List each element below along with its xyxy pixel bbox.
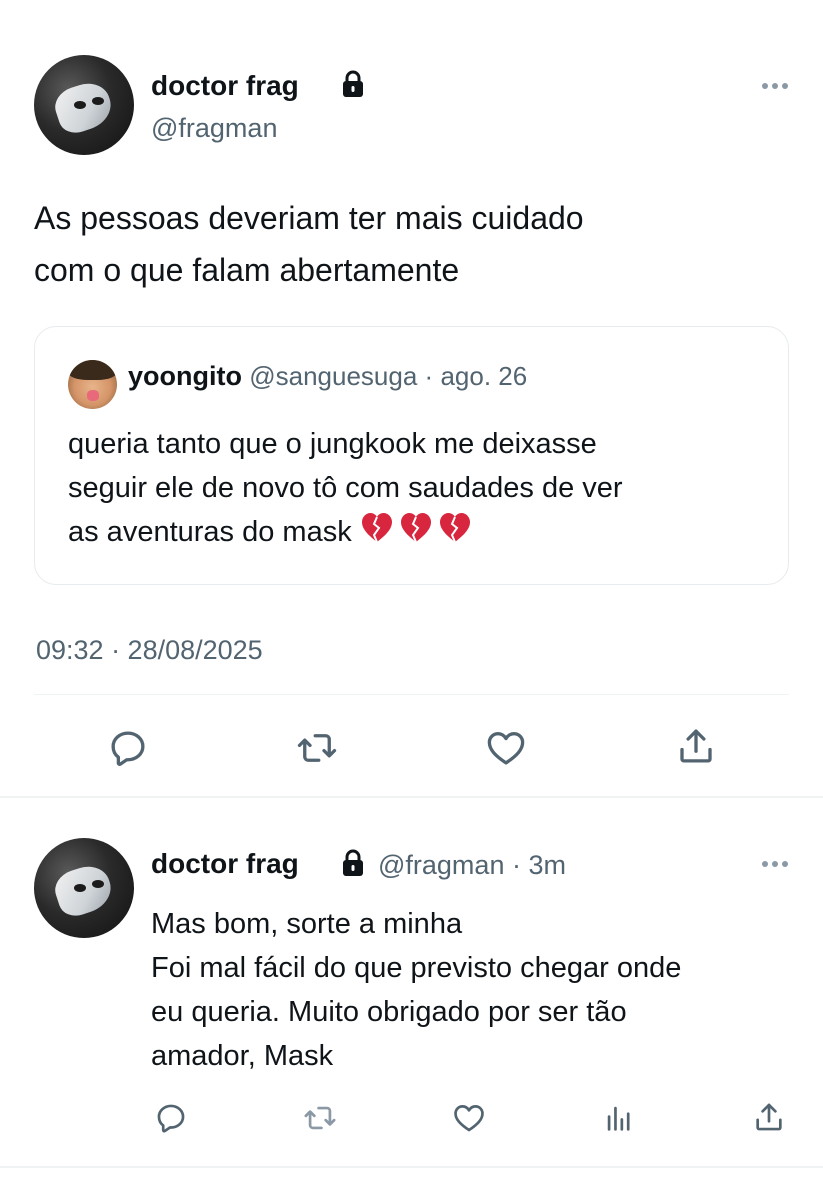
quoted-author-avatar <box>68 360 117 409</box>
tweet-timestamp[interactable]: 09:32 · 28/08/2025 <box>36 635 263 666</box>
heart-icon <box>487 731 525 765</box>
quoted-tweet-text: queria tanto que o jungkook me deixasse … <box>68 422 768 558</box>
main-tweet-avatar[interactable] <box>34 55 134 155</box>
reply-icon <box>157 1104 185 1133</box>
quoted-author-handle: @sanguesuga <box>249 361 418 391</box>
like-button[interactable] <box>450 1099 488 1137</box>
more-icon[interactable] <box>760 80 790 92</box>
reply-text-line: Foi mal fácil do que previsto chegar ond… <box>151 952 682 984</box>
main-author-name[interactable]: doctor frag <box>151 70 299 102</box>
main-tweet-text: As pessoas deveriam ter mais cuidado com… <box>34 192 584 296</box>
share-icon <box>680 729 712 763</box>
reply-text-line: amador, Mask <box>151 1040 334 1072</box>
reply-button[interactable] <box>105 725 151 771</box>
main-author-handle[interactable]: @fragman <box>151 113 277 144</box>
reply-separator: · <box>511 850 521 880</box>
reply-icon <box>111 731 145 766</box>
reply-author-name[interactable]: doctor frag <box>151 848 299 880</box>
views-button[interactable] <box>600 1099 638 1137</box>
quoted-time: ago. 26 <box>440 361 528 391</box>
main-tweet-text-line: As pessoas deveriam ter mais cuidado <box>34 200 584 236</box>
reply-tweet-text: Mas bom, sorte a minha Foi mal fácil do … <box>151 902 801 1078</box>
reply-tweet-avatar[interactable] <box>34 838 134 938</box>
section-divider <box>0 796 823 798</box>
reply-button[interactable] <box>152 1099 190 1137</box>
more-icon[interactable] <box>760 858 790 870</box>
retweet-icon <box>297 734 337 762</box>
reply-text-line: Mas bom, sorte a minha <box>151 908 463 940</box>
quoted-text-line: as aventuras do mask <box>68 516 352 548</box>
retweet-icon <box>304 1106 336 1130</box>
lock-icon <box>343 70 363 97</box>
retweet-button[interactable] <box>292 725 342 771</box>
broken-heart-icon <box>360 511 474 558</box>
heart-icon <box>454 1105 484 1132</box>
quoted-separator: · <box>424 361 434 391</box>
reply-text-line: eu queria. Muito obrigado por ser tão <box>151 996 627 1028</box>
quoted-text-line: queria tanto que o jungkook me deixasse <box>68 428 597 460</box>
quoted-author-name: yoongito <box>128 361 242 391</box>
retweet-button[interactable] <box>300 1099 340 1137</box>
lock-icon <box>343 849 363 876</box>
reply-time[interactable]: 3m <box>529 850 567 880</box>
quoted-text-line: seguir ele de novo tô com saudades de ve… <box>68 472 623 504</box>
reply-author-handle[interactable]: @fragman <box>378 850 504 880</box>
main-tweet-text-line: com o que falam abertamente <box>34 252 460 288</box>
share-button[interactable] <box>673 723 719 769</box>
reply-meta: @fragman · 3m <box>378 850 566 881</box>
bottom-divider <box>0 1166 823 1168</box>
share-icon <box>756 1103 782 1131</box>
share-button[interactable] <box>750 1097 788 1137</box>
quoted-tweet-card[interactable]: yoongito @sanguesuga · ago. 26 queria ta… <box>34 326 789 585</box>
views-icon <box>607 1106 630 1131</box>
divider <box>34 694 789 695</box>
quoted-tweet-meta: yoongito @sanguesuga · ago. 26 <box>128 361 527 392</box>
like-button[interactable] <box>483 725 529 771</box>
